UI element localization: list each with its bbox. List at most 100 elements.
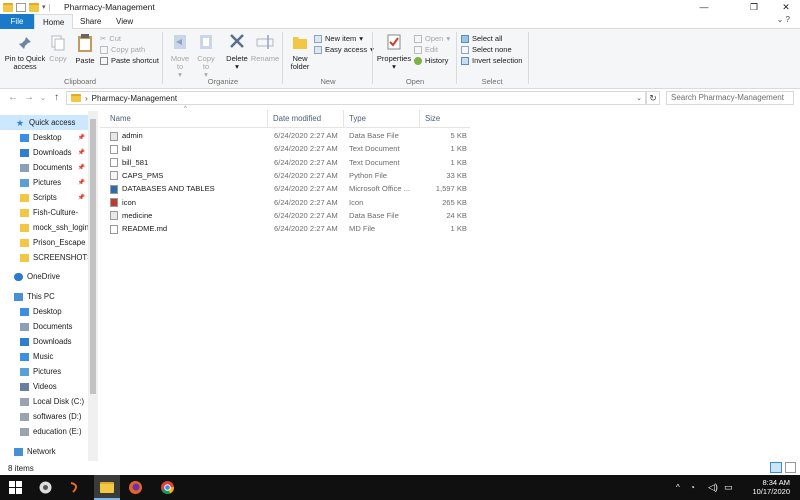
folder-icon: [20, 253, 29, 262]
nav-item-prison-escape[interactable]: Prison_Escape: [0, 235, 88, 250]
firefox-icon[interactable]: [128, 480, 143, 495]
paste-button[interactable]: Paste: [72, 33, 98, 65]
refresh-button[interactable]: ↻: [646, 91, 660, 105]
table-row[interactable]: CAPS_PMS 6/24/2020 2:27 AM Python File 33 K…: [105, 170, 467, 183]
nav-this-pc[interactable]: This PC: [0, 289, 88, 304]
tab-share[interactable]: Share: [72, 14, 109, 29]
properties-quick-icon[interactable]: [16, 2, 26, 12]
tab-view[interactable]: View: [108, 14, 141, 29]
pictures-icon: [20, 178, 29, 187]
rename-button[interactable]: Rename: [250, 33, 280, 63]
details-view-icon[interactable]: [770, 462, 782, 473]
select-all-button[interactable]: Select all: [461, 33, 522, 44]
forward-arrow-icon[interactable]: →: [24, 92, 34, 103]
column-type[interactable]: Type: [344, 110, 420, 128]
nav-item-downloads[interactable]: Downloads: [0, 334, 88, 349]
table-row[interactable]: admin 6/24/2020 2:27 AM Data Base File 5 KB: [105, 130, 467, 143]
nav-item-fish-culture[interactable]: Fish-Culture-: [0, 205, 88, 220]
large-icons-view-icon[interactable]: [785, 462, 796, 473]
nav-item-softwares-d[interactable]: softwares (D:): [0, 409, 88, 424]
nav-item-mock-ssh-login[interactable]: mock_ssh_login: [0, 220, 88, 235]
pin-quick-access-button[interactable]: Pin to Quick access: [4, 35, 46, 71]
recent-locations-icon[interactable]: ⌄: [40, 94, 46, 102]
chrome-icon[interactable]: [160, 480, 175, 495]
cut-button[interactable]: ✂ Cut: [100, 33, 159, 44]
nav-item-scripts[interactable]: Scripts 📌: [0, 190, 88, 205]
paste-shortcut-button[interactable]: Paste shortcut: [100, 55, 159, 66]
up-arrow-icon[interactable]: ↑: [54, 92, 59, 103]
move-to-button[interactable]: Move to ▾: [168, 33, 192, 79]
history-button[interactable]: History: [414, 55, 450, 66]
address-bar[interactable]: › Pharmacy-Management ⌄: [66, 91, 646, 105]
close-button[interactable]: ✕: [772, 0, 800, 14]
clock[interactable]: 8:34 AM 10/17/2020: [752, 478, 790, 496]
show-hidden-icons-icon[interactable]: ^: [676, 483, 680, 492]
ribbon-toggle-icon[interactable]: ⌄ ?: [777, 15, 790, 24]
breadcrumb[interactable]: Pharmacy-Management: [92, 94, 177, 103]
column-name[interactable]: Name: [105, 110, 268, 128]
volume-icon[interactable]: ◁): [708, 482, 718, 493]
table-row[interactable]: bill_581 6/24/2020 2:27 AM Text Document 1 …: [105, 157, 467, 170]
file-explorer-taskbar-button[interactable]: [94, 475, 120, 500]
address-dropdown-icon[interactable]: ⌄: [636, 94, 642, 102]
nav-item-music[interactable]: Music: [0, 349, 88, 364]
open-button[interactable]: Open ▾: [414, 33, 450, 44]
nav-network[interactable]: Network: [0, 444, 88, 459]
pin-icon[interactable]: 📌: [78, 134, 85, 141]
new-item-button[interactable]: New item ▾: [314, 33, 374, 44]
terminal-app-icon[interactable]: [68, 480, 83, 495]
nav-quick-access[interactable]: ★ Quick access: [0, 115, 88, 130]
nav-item-documents[interactable]: Documents: [0, 319, 88, 334]
customize-toolbar-icon[interactable]: ▾: [42, 3, 46, 11]
nav-item-downloads[interactable]: Downloads 📌: [0, 145, 88, 160]
file-explorer-icon: [100, 482, 114, 493]
nav-item-education-e[interactable]: education (E:): [0, 424, 88, 439]
copy-to-button[interactable]: Copy to ▾: [194, 33, 218, 79]
table-row[interactable]: README.md 6/24/2020 2:27 AM MD File 1 KB: [105, 223, 467, 236]
nav-item-documents[interactable]: Documents 📌: [0, 160, 88, 175]
scrollbar-thumb[interactable]: [90, 119, 96, 394]
easy-access-button[interactable]: Easy access▾: [314, 44, 374, 55]
folder-icon: [20, 223, 29, 232]
file-type: Microsoft Office ...: [349, 184, 411, 194]
pin-icon[interactable]: 📌: [78, 179, 85, 186]
new-folder-button[interactable]: New folder: [286, 33, 314, 71]
tab-home[interactable]: Home: [34, 14, 74, 29]
nav-item-screenshots[interactable]: SCREENSHOTS: [0, 250, 88, 265]
table-row[interactable]: medicine 6/24/2020 2:27 AM Data Base File 2…: [105, 210, 467, 223]
pin-icon[interactable]: 📌: [78, 149, 85, 156]
tab-file[interactable]: File: [0, 14, 34, 29]
properties-button[interactable]: Properties ▾: [376, 33, 412, 71]
nav-item-pictures[interactable]: Pictures 📌: [0, 175, 88, 190]
network-status-icon[interactable]: ◔: [690, 483, 695, 492]
column-size[interactable]: Size: [420, 110, 466, 128]
column-date-modified[interactable]: Date modified: [268, 110, 344, 128]
nav-scrollbar[interactable]: [88, 111, 98, 461]
app-icon[interactable]: [38, 480, 53, 495]
pin-icon[interactable]: 📌: [78, 164, 85, 171]
delete-button[interactable]: Delete ▾: [224, 33, 250, 71]
network-icon: [14, 447, 23, 456]
edit-button[interactable]: Edit: [414, 44, 450, 55]
pin-icon[interactable]: 📌: [78, 194, 85, 201]
nav-item-pictures[interactable]: Pictures: [0, 364, 88, 379]
nav-item-videos[interactable]: Videos: [0, 379, 88, 394]
table-row[interactable]: DATABASES AND TABLES 6/24/2020 2:27 AM Mic…: [105, 183, 467, 196]
minimize-button[interactable]: —: [690, 0, 718, 14]
nav-onedrive[interactable]: OneDrive: [0, 269, 88, 284]
battery-icon[interactable]: ▭: [724, 482, 733, 493]
nav-item-desktop[interactable]: Desktop 📌: [0, 130, 88, 145]
select-none-button[interactable]: Select none: [461, 44, 522, 55]
restore-button[interactable]: ❐: [740, 0, 768, 14]
nav-item-local-disk-c[interactable]: Local Disk (C:): [0, 394, 88, 409]
search-input[interactable]: Search Pharmacy-Management: [666, 91, 794, 105]
windows-start-icon[interactable]: [8, 480, 23, 495]
table-row[interactable]: bill 6/24/2020 2:27 AM Text Document 1 KB: [105, 143, 467, 156]
invert-selection-button[interactable]: Invert selection: [461, 55, 522, 66]
nav-item-desktop[interactable]: Desktop: [0, 304, 88, 319]
new-folder-quick-icon[interactable]: [29, 2, 39, 12]
back-arrow-icon[interactable]: ←: [8, 92, 18, 103]
copy-button[interactable]: Copy: [47, 35, 69, 63]
table-row[interactable]: icon 6/24/2020 2:27 AM Icon 265 KB: [105, 197, 467, 210]
copy-path-button[interactable]: Copy path: [100, 44, 159, 55]
